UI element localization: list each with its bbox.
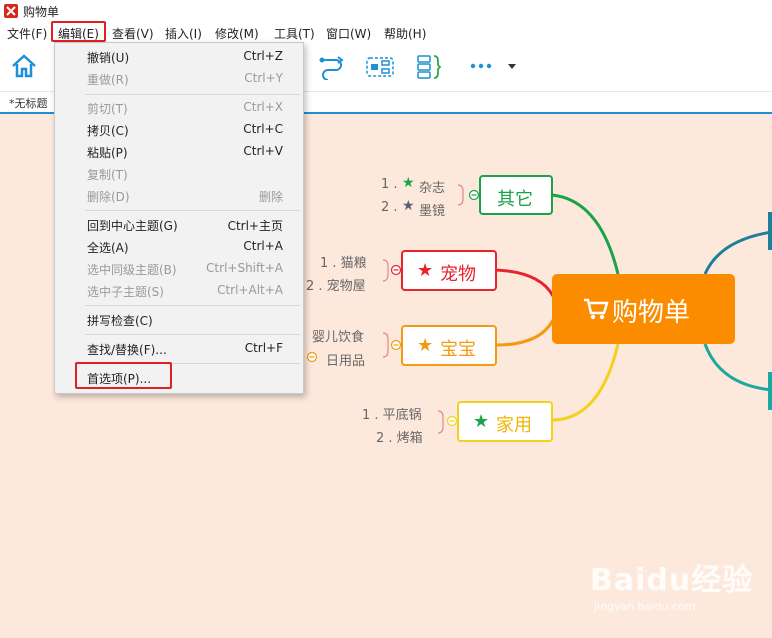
- menu-item-select-siblings[interactable]: 选中同级主题(B) Ctrl+Shift+A: [55, 258, 303, 280]
- topic-pets-label: 宠物: [440, 264, 476, 285]
- menu-item-paste[interactable]: 粘贴(P) Ctrl+V: [55, 141, 303, 163]
- topic-home-label: 家用: [496, 415, 532, 436]
- green-star-icon: ★: [473, 411, 490, 432]
- topic-baby-label: 宝宝: [440, 339, 476, 360]
- menu-item-cut[interactable]: 剪切(T) Ctrl+X: [55, 97, 303, 119]
- edit-menu-dropdown: 撤销(U) Ctrl+Z 重做(R) Ctrl+Y 剪切(T) Ctrl+X 拷贝(C…: [54, 42, 304, 394]
- topic-pets[interactable]: ★ 宠物: [401, 250, 497, 291]
- menu-item-redo[interactable]: 重做(R) Ctrl+Y: [55, 68, 303, 90]
- baidu-watermark-url: jingyan.baidu.com: [594, 600, 696, 613]
- topic-other[interactable]: 其它: [479, 175, 553, 215]
- central-topic-label: 购物单: [612, 298, 691, 328]
- menu-item-delete[interactable]: 删除(D) 删除: [55, 185, 303, 207]
- leaf-home-pan[interactable]: 1 . 平底锅: [362, 404, 422, 423]
- leaf-pets-catfood[interactable]: 1 . 猫粮: [320, 252, 367, 271]
- red-star-icon: ★: [417, 260, 434, 281]
- menu-item-undo[interactable]: 撤销(U) Ctrl+Z: [55, 46, 303, 68]
- leaf-other-magazine[interactable]: 杂志: [419, 177, 445, 196]
- menu-separator: [85, 210, 300, 211]
- menu-item-copy[interactable]: 拷贝(C) Ctrl+C: [55, 119, 303, 141]
- menu-item-go-central[interactable]: 回到中心主题(G) Ctrl+主页: [55, 214, 303, 236]
- central-topic[interactable]: 购物单: [552, 274, 735, 344]
- leaf-other-sunglasses[interactable]: 墨镜: [419, 200, 445, 219]
- menu-separator: [85, 305, 300, 306]
- topic-baby[interactable]: ★ 宝宝: [401, 325, 497, 366]
- topic-home[interactable]: ★ 家用: [457, 401, 553, 442]
- leaf-baby-daily[interactable]: 日用品: [326, 350, 365, 369]
- leaf-baby-food[interactable]: 婴儿饮食: [312, 326, 364, 345]
- orange-star-icon: ★: [417, 335, 434, 356]
- menu-separator: [85, 334, 300, 335]
- green-star-icon: ★: [402, 175, 415, 191]
- gray-star-icon: ★: [402, 198, 415, 214]
- menu-item-spellcheck[interactable]: 拼写检查(C): [55, 309, 303, 331]
- leaf-other-num-1: 1 .: [381, 177, 398, 192]
- menu-item-duplicate[interactable]: 复制(T): [55, 163, 303, 185]
- topic-other-label: 其它: [497, 189, 533, 210]
- baidu-watermark: Baidu经验: [590, 563, 754, 598]
- menu-separator: [85, 94, 300, 95]
- leaf-other-num-2: 2 .: [381, 200, 398, 215]
- preferences-highlight: [75, 362, 172, 389]
- leaf-home-oven[interactable]: 2 . 烤箱: [376, 427, 423, 446]
- leaf-pets-pethouse[interactable]: 2 . 宠物屋: [306, 275, 366, 294]
- menu-item-select-children[interactable]: 选中子主题(S) Ctrl+Alt+A: [55, 280, 303, 302]
- menu-item-find-replace[interactable]: 查找/替换(F)... Ctrl+F: [55, 338, 303, 360]
- cart-icon: [584, 298, 609, 320]
- menu-item-select-all[interactable]: 全选(A) Ctrl+A: [55, 236, 303, 258]
